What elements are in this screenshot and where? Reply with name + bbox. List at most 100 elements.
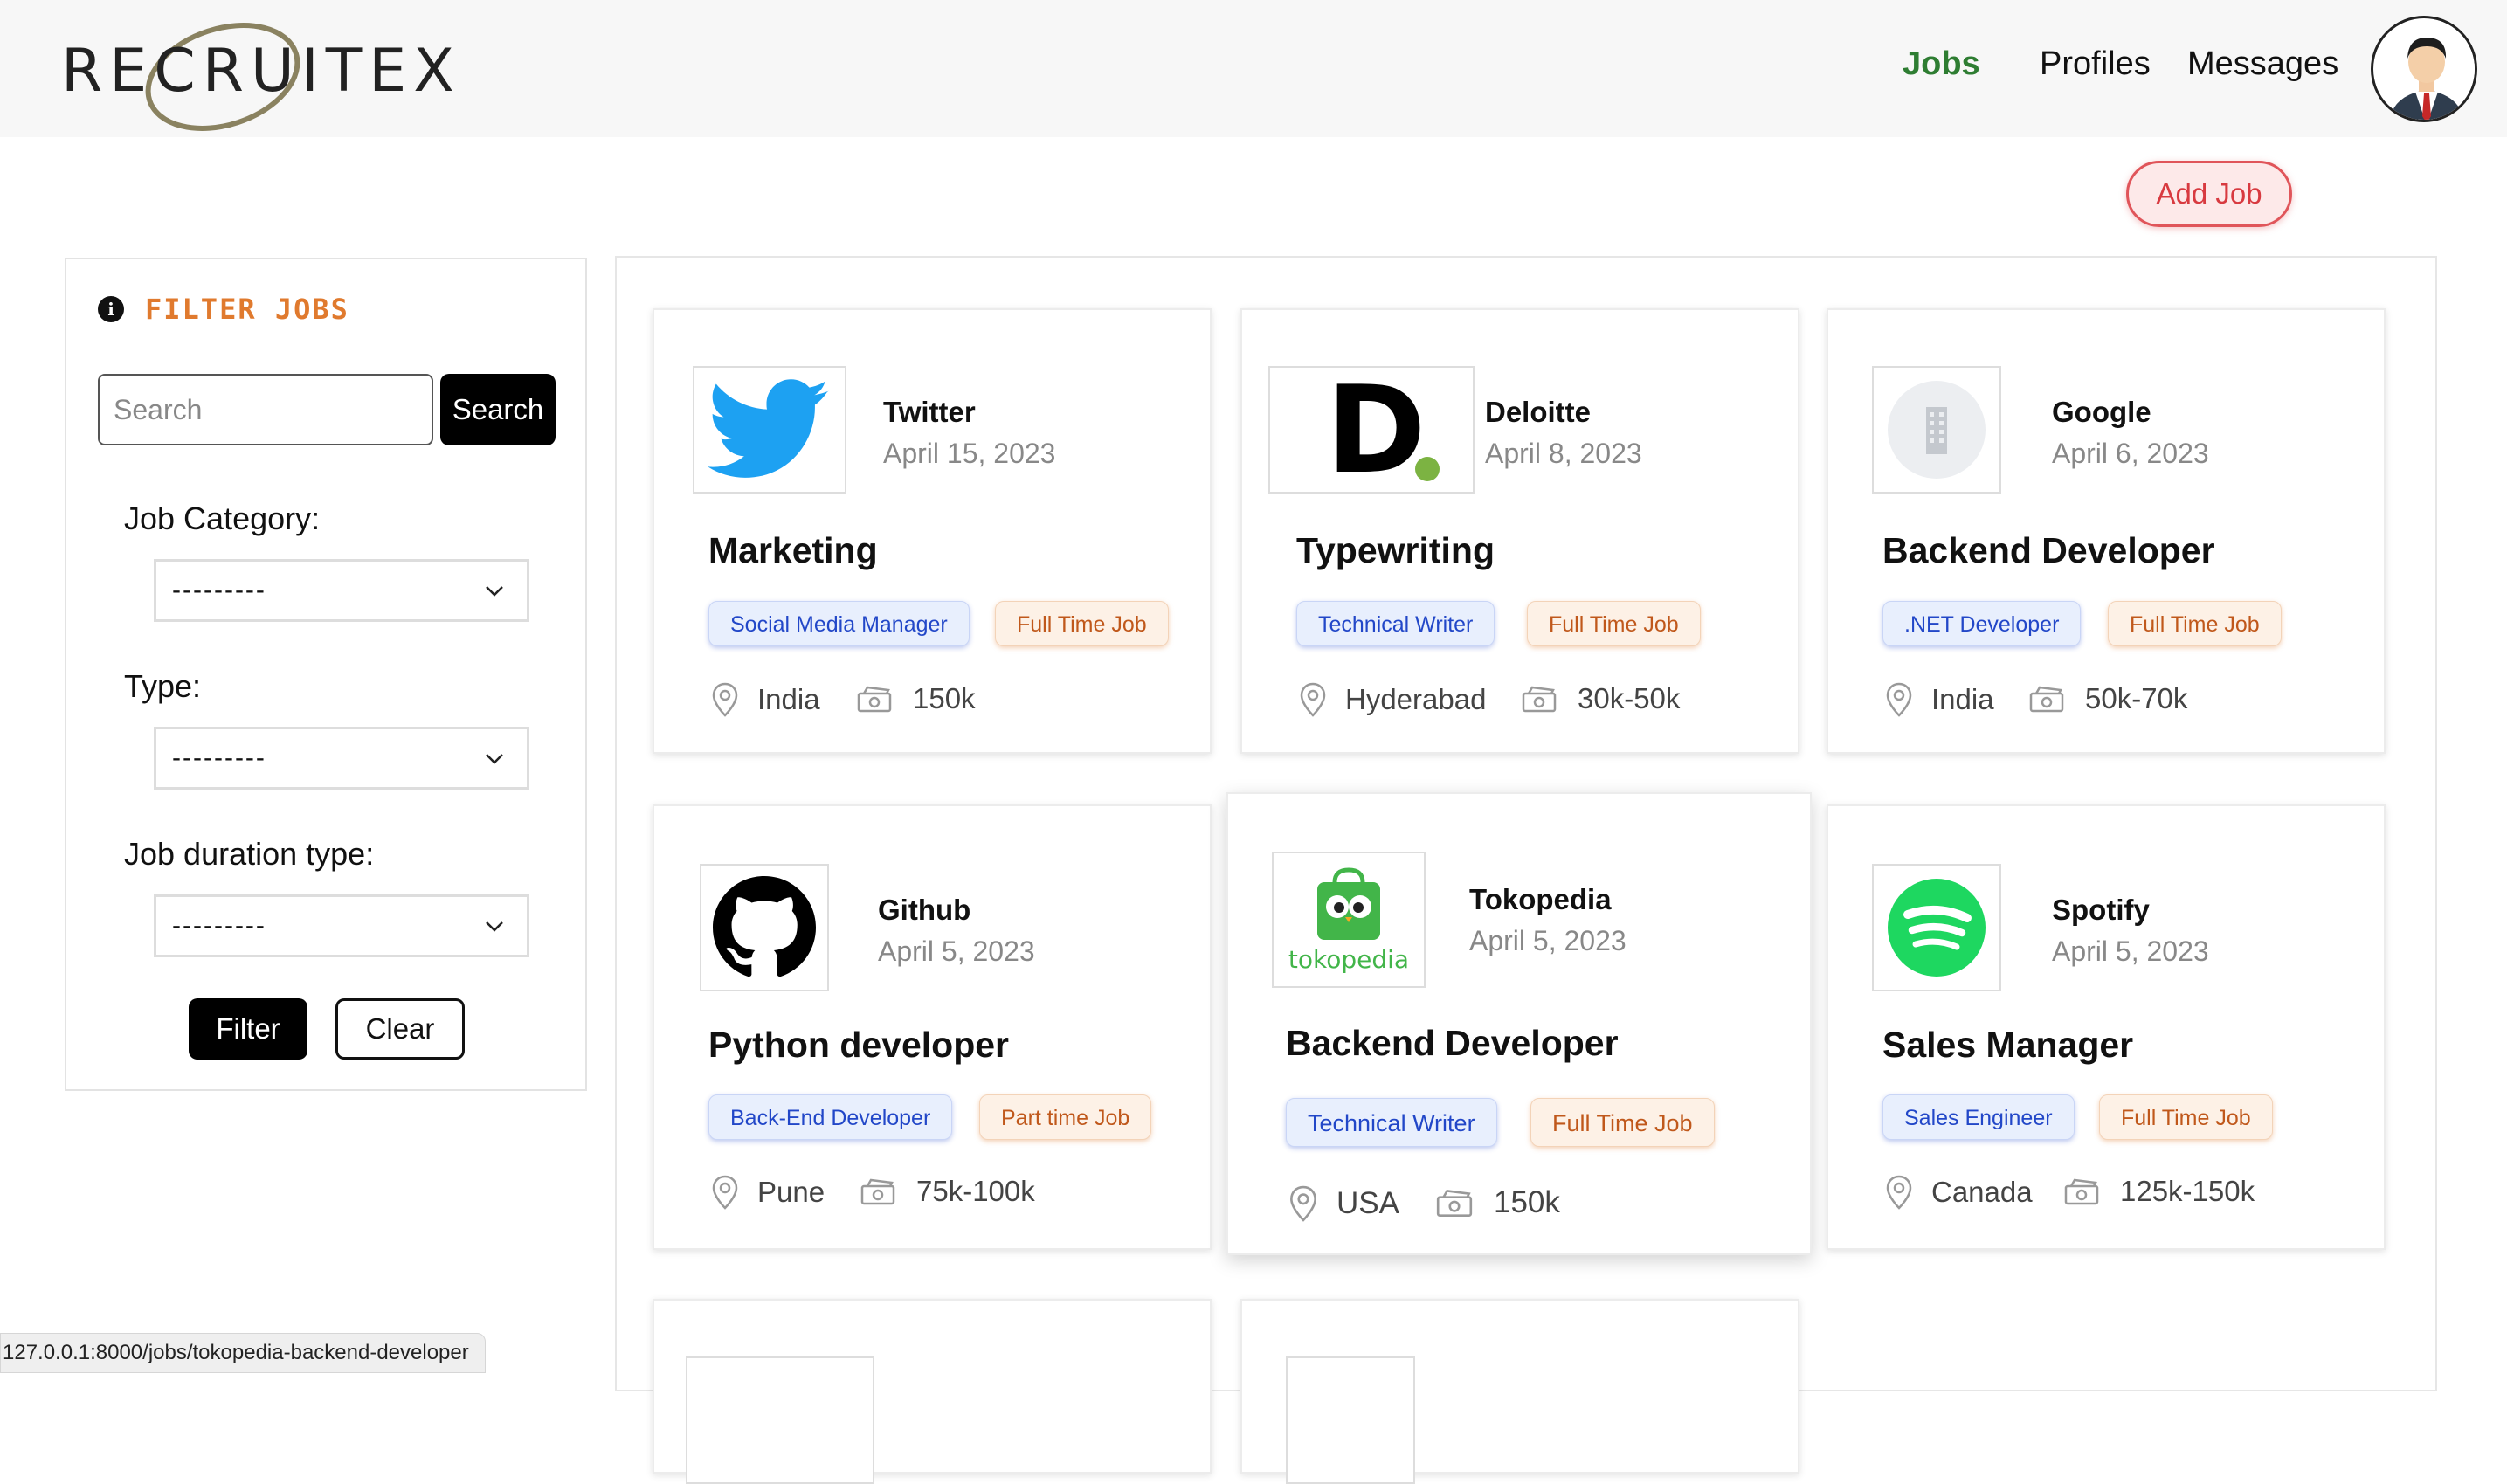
jobs-list: Twitter April 15, 2023 Marketing Social … [615, 256, 2437, 1484]
money-icon [857, 686, 892, 713]
company-name: Deloitte [1485, 396, 1592, 428]
filter-panel: i FILTER JOBS Search Job Category: -----… [65, 258, 587, 1091]
post-date: April 5, 2023 [878, 935, 1035, 967]
money-icon [2064, 1178, 2099, 1205]
job-card-spotify[interactable]: Spotify April 5, 2023 Sales Manager Sale… [1827, 804, 2386, 1250]
filter-button[interactable]: Filter [189, 998, 307, 1060]
location-pin-icon [1886, 682, 1912, 717]
location: India [712, 682, 820, 717]
type-label: Type: [124, 668, 202, 704]
location-text: India [757, 683, 820, 715]
add-job-button[interactable]: Add Job [2126, 161, 2292, 227]
location-pin-icon [712, 682, 738, 717]
svg-text:D: D [1326, 377, 1426, 482]
info-icon: i [98, 296, 124, 322]
location-text: Canada [1931, 1176, 2033, 1208]
tokopedia-logo-icon: tokopedia [1272, 852, 1426, 988]
money-icon [2029, 686, 2064, 713]
location-text: Hyderabad [1345, 683, 1487, 715]
twitter-logo-icon [693, 366, 846, 494]
company-name: Github [878, 894, 971, 926]
location: USA [1289, 1185, 1399, 1222]
role-tag: .NET Developer [1882, 601, 2082, 646]
building-placeholder-icon [1872, 366, 2001, 494]
type-select[interactable]: --------- [154, 727, 529, 790]
job-card-deloitte[interactable]: D Deloitte April 8, 2023 Typewriting Tec… [1240, 308, 1799, 754]
salary: 150k [1434, 1185, 1560, 1220]
role-tag: Social Media Manager [708, 601, 970, 646]
location: Pune [712, 1175, 825, 1210]
search-button[interactable]: Search [440, 374, 556, 445]
job-type-tag: Part time Job [979, 1094, 1152, 1140]
salary: 50k-70k [2027, 682, 2187, 715]
job-card-partial[interactable] [1240, 1299, 1799, 1484]
post-date: April 5, 2023 [2052, 935, 2209, 967]
search-input[interactable] [98, 374, 433, 445]
salary-text: 30k-50k [1578, 682, 1681, 714]
money-icon [1436, 1190, 1473, 1217]
location: India [1886, 682, 1994, 717]
github-logo-icon [700, 864, 829, 991]
salary-text: 125k-150k [2120, 1175, 2255, 1207]
chevron-down-icon [486, 586, 503, 597]
location: Hyderabad [1300, 682, 1486, 717]
job-title: Marketing [708, 530, 878, 570]
clear-button[interactable]: Clear [335, 998, 465, 1060]
job-card-twitter[interactable]: Twitter April 15, 2023 Marketing Social … [653, 308, 1212, 754]
job-title: Sales Manager [1882, 1025, 2134, 1065]
location-pin-icon [712, 1175, 738, 1210]
job-type-tag: Full Time Job [995, 601, 1169, 646]
money-icon [860, 1178, 895, 1205]
user-avatar-icon[interactable] [2371, 16, 2477, 122]
job-title: Backend Developer [1286, 1023, 1619, 1063]
job-category-label: Job Category: [124, 500, 321, 536]
salary-text: 75k-100k [916, 1175, 1035, 1207]
location-text: Pune [757, 1176, 825, 1208]
job-card-tokopedia[interactable]: tokopedia Tokopedia April 5, 2023 Backen… [1226, 792, 1812, 1255]
location-pin-icon [1290, 1185, 1316, 1222]
recruitex-logo[interactable]: RECRUITEX [61, 17, 454, 131]
company-name: Spotify [2052, 894, 2150, 926]
top-navbar: RECRUITEX Jobs Profiles Messages [0, 0, 2507, 137]
browser-status-url: 127.0.0.1:8000/jobs/tokopedia-backend-de… [0, 1333, 486, 1373]
location-text: India [1931, 683, 1994, 715]
job-type-tag: Full Time Job [2099, 1094, 2273, 1140]
salary-text: 150k [913, 682, 976, 714]
job-duration-select[interactable]: --------- [154, 894, 529, 957]
chevron-down-icon [486, 921, 503, 932]
role-tag: Sales Engineer [1882, 1094, 2075, 1140]
nav-messages[interactable]: Messages [2187, 45, 2338, 83]
company-name: Tokopedia [1469, 883, 1612, 915]
salary-text: 150k [1494, 1185, 1560, 1219]
job-type-tag: Full Time Job [2108, 601, 2282, 646]
role-tag: Back-End Developer [708, 1094, 953, 1140]
job-duration-label: Job duration type: [124, 836, 375, 872]
job-category-select[interactable]: --------- [154, 559, 529, 622]
job-duration-value: --------- [172, 911, 266, 940]
job-title: Python developer [708, 1025, 1010, 1065]
location-pin-icon [1300, 682, 1326, 717]
post-date: April 5, 2023 [1469, 925, 1626, 956]
post-date: April 15, 2023 [883, 438, 1056, 469]
salary-text: 50k-70k [2085, 682, 2188, 714]
company-logo-icon [1286, 1356, 1415, 1484]
type-value: --------- [172, 743, 266, 772]
post-date: April 6, 2023 [2052, 438, 2209, 469]
job-card-partial[interactable] [653, 1299, 1212, 1484]
location-text: USA [1336, 1186, 1399, 1220]
salary: 75k-100k [859, 1175, 1035, 1208]
job-card-github[interactable]: Github April 5, 2023 Python developer Ba… [653, 804, 1212, 1250]
job-type-tag: Full Time Job [1530, 1098, 1715, 1147]
chevron-down-icon [486, 754, 503, 764]
salary: 30k-50k [1520, 682, 1680, 715]
tokopedia-wordmark: tokopedia [1288, 944, 1410, 974]
nav-jobs[interactable]: Jobs [1903, 45, 1980, 83]
company-name: Twitter [883, 396, 976, 428]
salary: 125k-150k [2062, 1175, 2255, 1208]
company-logo-icon [686, 1356, 874, 1484]
nav-profiles[interactable]: Profiles [2040, 45, 2151, 83]
job-card-google[interactable]: Google April 6, 2023 Backend Developer .… [1827, 308, 2386, 754]
salary: 150k [855, 682, 976, 715]
money-icon [1522, 686, 1557, 713]
job-type-tag: Full Time Job [1527, 601, 1701, 646]
